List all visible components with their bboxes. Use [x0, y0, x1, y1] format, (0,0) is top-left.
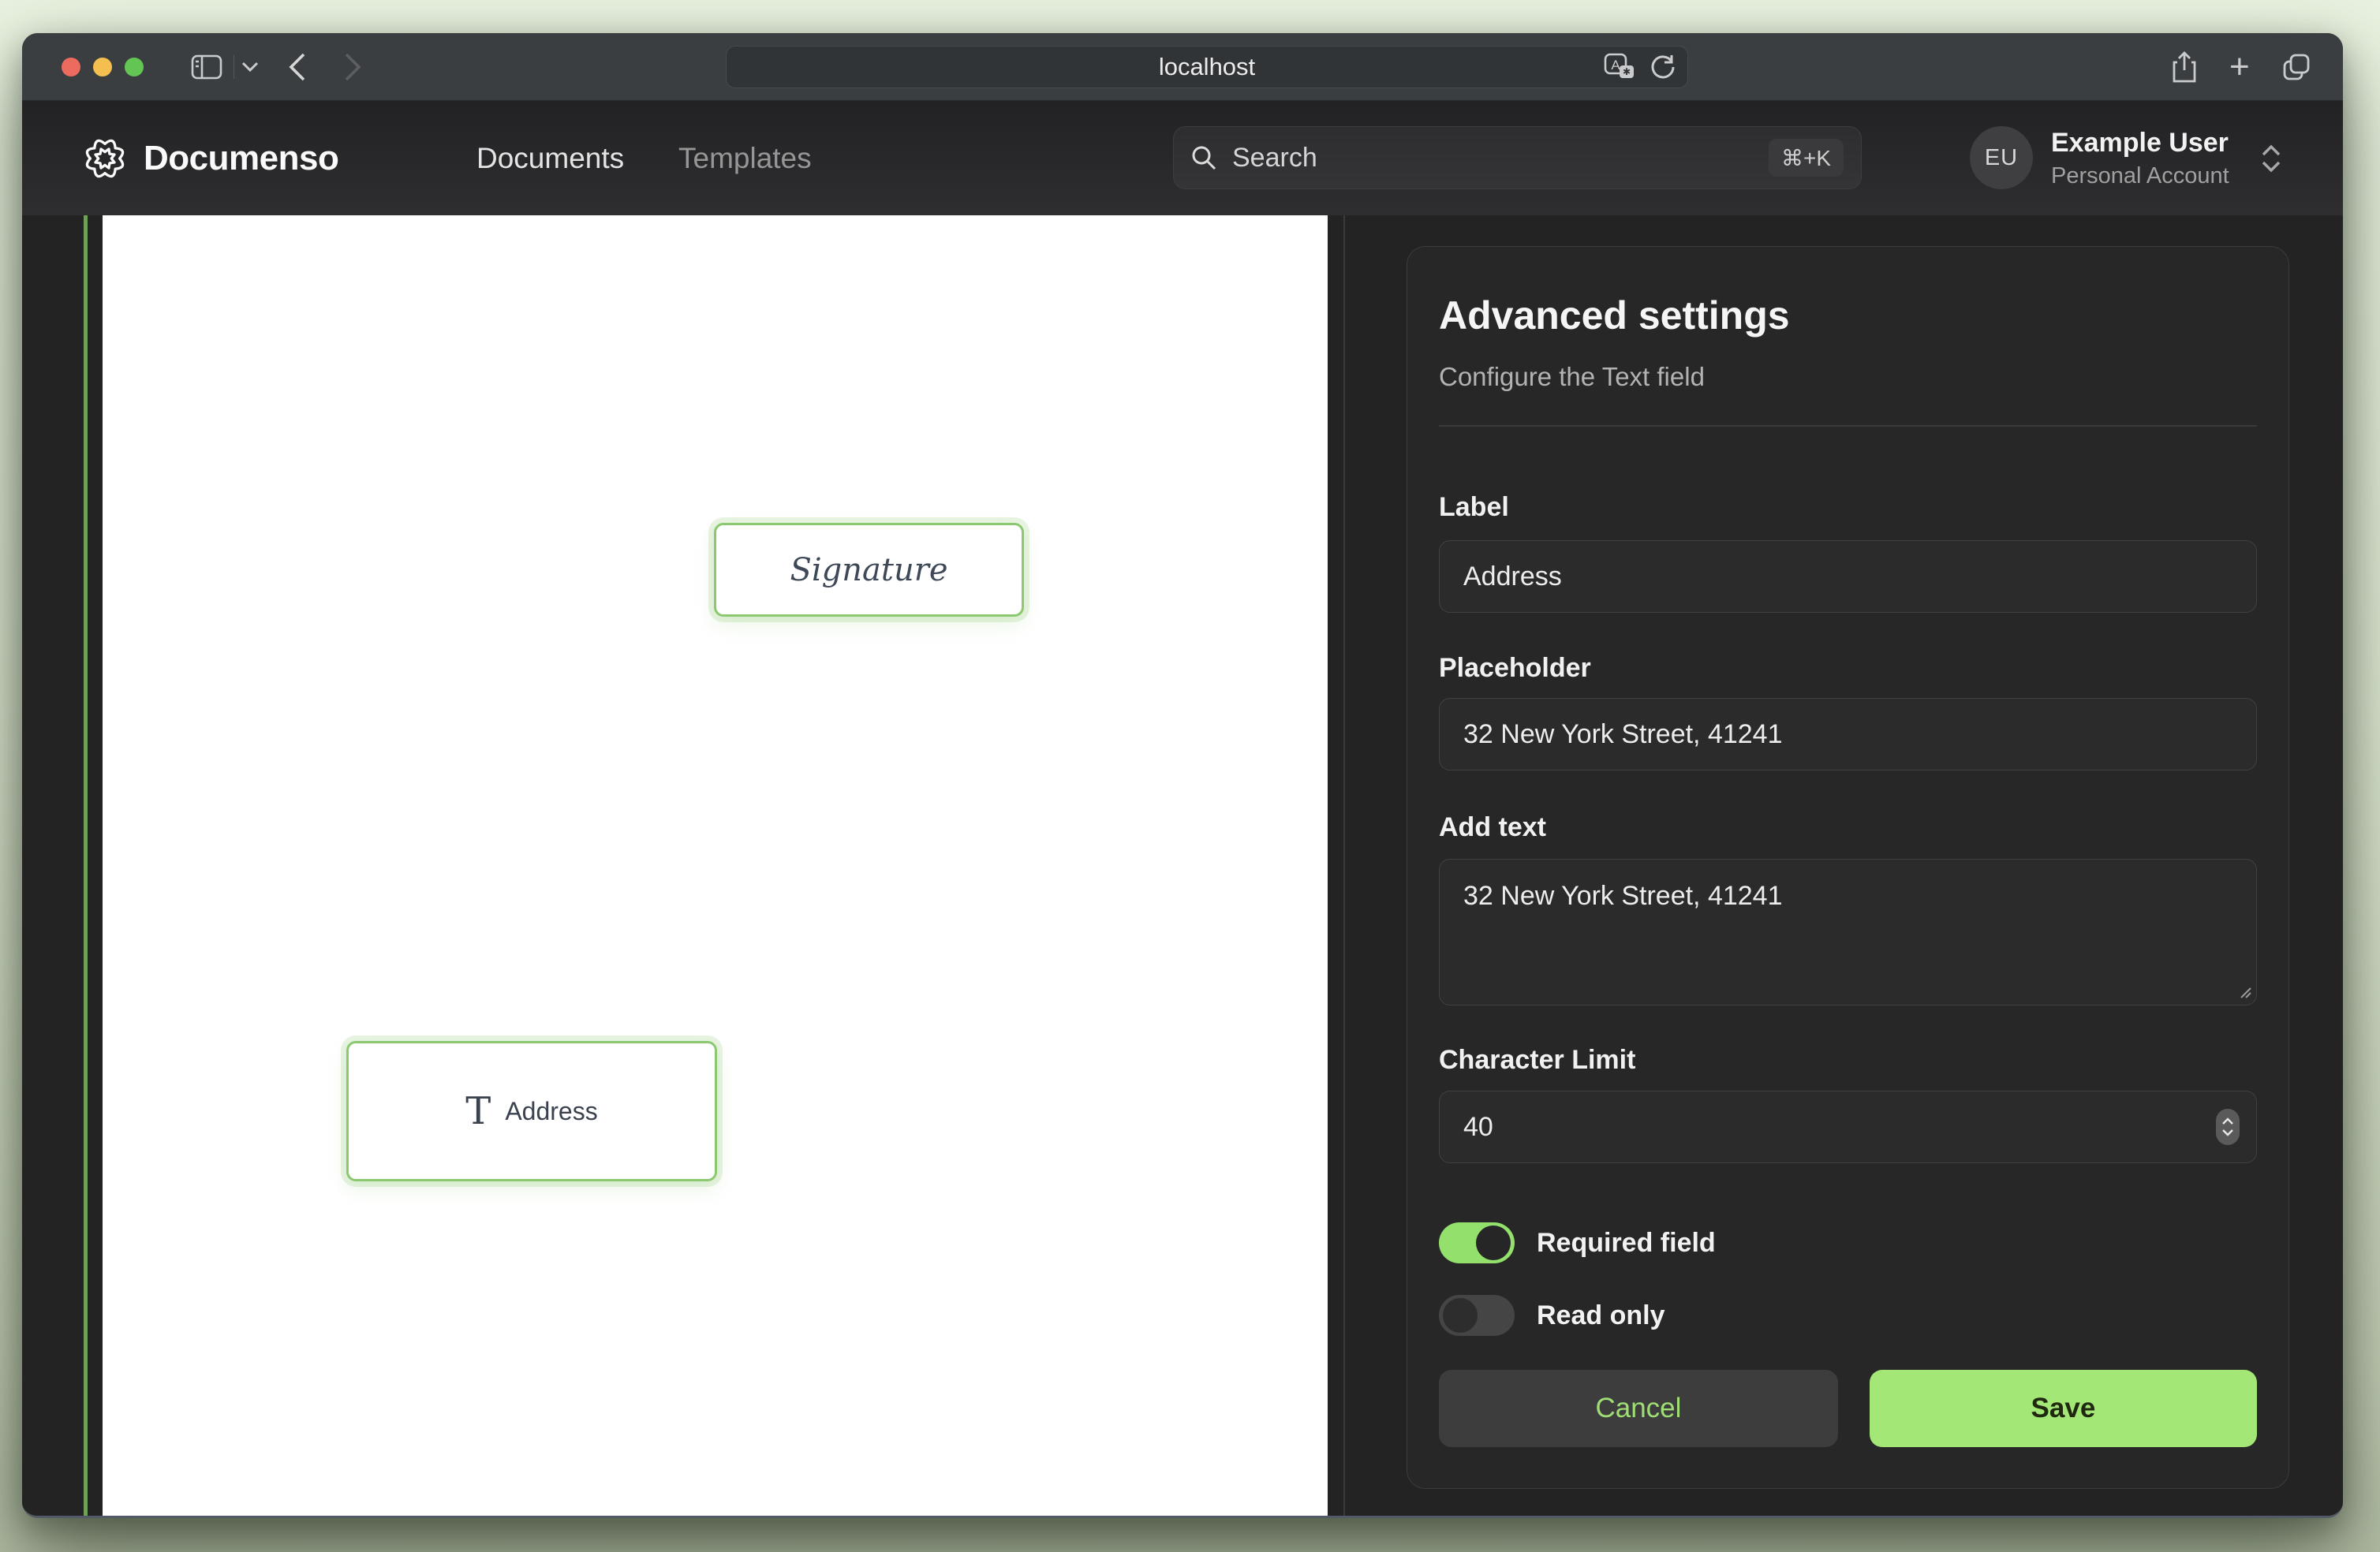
zoom-window-button[interactable]: [125, 58, 144, 76]
label-field-label: Label: [1439, 492, 1509, 523]
signature-field-label: Signature: [790, 552, 947, 588]
character-limit-input[interactable]: [1439, 1091, 2257, 1163]
save-button[interactable]: Save: [1870, 1370, 2257, 1447]
minimize-window-button[interactable]: [93, 58, 112, 76]
user-name: Example User: [2051, 128, 2229, 159]
nav-templates[interactable]: Templates: [678, 142, 812, 175]
toggle-knob: [1443, 1298, 1478, 1333]
placeholder-input[interactable]: [1439, 698, 2257, 770]
section-divider: [1439, 425, 2257, 427]
search-input[interactable]: [1232, 143, 1769, 173]
add-text-textarea[interactable]: 32 New York Street, 41241: [1439, 859, 2257, 1005]
read-only-toggle[interactable]: [1439, 1295, 1515, 1336]
user-account: Personal Account: [2051, 163, 2229, 189]
app-header: Documenso Documents Templates ⌘+K EU Exa…: [22, 101, 2343, 215]
sidebar-toggle-icon[interactable]: [191, 54, 222, 80]
label-input[interactable]: [1439, 540, 2257, 613]
documenso-logo-icon: [82, 136, 128, 181]
share-icon[interactable]: [2171, 51, 2198, 83]
text-field-label: Address: [505, 1097, 597, 1126]
back-icon[interactable]: [289, 53, 306, 81]
address-bar[interactable]: localhost A ✱: [726, 46, 1688, 88]
character-limit-label: Character Limit: [1439, 1045, 1635, 1076]
panel-title: Advanced settings: [1439, 293, 1790, 338]
browser-window: localhost A ✱: [22, 33, 2343, 1518]
reload-icon[interactable]: [1650, 54, 1676, 80]
content-area: Signature T Address Advanced settings Co…: [22, 215, 2343, 1516]
nav-documents[interactable]: Documents: [476, 142, 624, 175]
document-page[interactable]: Signature T Address: [103, 215, 1328, 1516]
text-field-icon: T: [465, 1092, 491, 1130]
translate-icon[interactable]: A ✱: [1604, 53, 1635, 81]
svg-text:✱: ✱: [1623, 66, 1631, 77]
signature-field[interactable]: Signature: [714, 523, 1024, 617]
placeholder-field-label: Placeholder: [1439, 653, 1591, 684]
brand-name: Documenso: [144, 139, 338, 178]
forward-icon: [344, 53, 361, 81]
panel-divider: [1343, 215, 1345, 1516]
toggle-knob: [1476, 1226, 1511, 1260]
avatar[interactable]: EU: [1970, 126, 2033, 189]
panel-subtitle: Configure the Text field: [1439, 362, 1705, 392]
cancel-button[interactable]: Cancel: [1439, 1370, 1838, 1447]
required-field-toggle[interactable]: [1439, 1222, 1515, 1263]
close-window-button[interactable]: [62, 58, 80, 76]
required-field-toggle-label: Required field: [1537, 1228, 1716, 1259]
address-bar-url[interactable]: localhost: [1159, 53, 1255, 81]
chevron-down-icon[interactable]: [241, 62, 259, 73]
search-bar[interactable]: ⌘+K: [1173, 126, 1862, 189]
brand[interactable]: Documenso: [82, 136, 338, 181]
read-only-toggle-label: Read only: [1537, 1300, 1665, 1331]
advanced-settings-card: Advanced settings Configure the Text fie…: [1407, 246, 2289, 1489]
browser-toolbar: localhost A ✱: [22, 33, 2343, 101]
user-menu[interactable]: Example User Personal Account: [2051, 128, 2229, 189]
document-left-accent: [84, 215, 88, 1516]
tab-overview-icon[interactable]: [2281, 52, 2311, 82]
search-icon: [1191, 145, 1216, 170]
chevron-up-down-icon[interactable]: [2259, 143, 2283, 174]
svg-text:A: A: [1611, 58, 1620, 73]
text-field-address[interactable]: T Address: [346, 1041, 717, 1181]
add-text-label: Add text: [1439, 812, 1546, 843]
search-shortcut-badge: ⌘+K: [1769, 139, 1844, 177]
new-tab-icon[interactable]: +: [2229, 47, 2250, 87]
number-stepper[interactable]: [2216, 1109, 2240, 1145]
